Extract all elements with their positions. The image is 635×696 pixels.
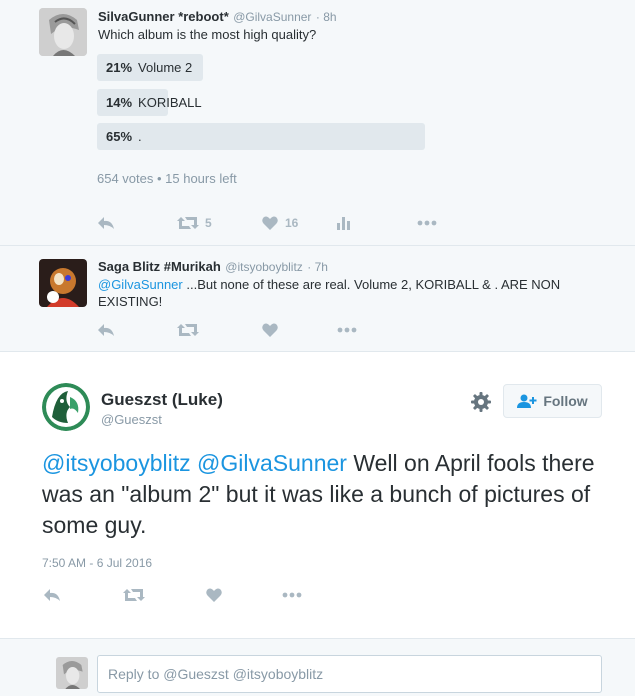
heart-icon (206, 588, 222, 602)
like-button[interactable]: 16 (262, 216, 337, 230)
retweet-icon (123, 589, 145, 601)
poll-percent: 14% (106, 95, 133, 110)
more-button[interactable] (417, 220, 437, 226)
gear-icon (471, 392, 491, 412)
reply-input[interactable]: Reply to @Gueszst @itsyoboyblitz (97, 655, 602, 693)
poll-option: 14% KORIBALL (106, 89, 202, 116)
poll-option-label: KORIBALL (138, 95, 202, 110)
more-button[interactable] (282, 592, 302, 598)
reply-icon (98, 324, 114, 336)
analytics-button[interactable] (337, 216, 417, 230)
heart-icon (262, 323, 278, 337)
author-name[interactable]: SilvaGunner *reboot* (98, 9, 229, 24)
follow-button[interactable]: Follow (503, 384, 602, 418)
follow-label: Follow (543, 393, 588, 409)
reply-button[interactable] (43, 588, 123, 602)
tweet-timestamp[interactable]: 7:50 AM - 6 Jul 2016 (42, 556, 152, 570)
poll-bar (97, 123, 425, 150)
poll-option-label: Volume 2 (138, 60, 193, 75)
mention-link[interactable]: @GilvaSunner (197, 450, 347, 476)
retweet-button[interactable] (123, 588, 206, 602)
retweet-button[interactable]: 5 (177, 216, 262, 230)
author-handle[interactable]: @Gueszst (101, 412, 162, 427)
author-name[interactable]: Gueszst (Luke) (101, 390, 223, 410)
more-button[interactable] (337, 327, 357, 333)
main-tweet: Gueszst (Luke) @Gueszst Follow @itsyoboy… (0, 352, 635, 638)
reply-icon (98, 217, 114, 229)
sagablitz-avatar[interactable] (39, 259, 87, 307)
retweet-icon (177, 217, 199, 229)
mention-link[interactable]: @GilvaSunner (98, 277, 183, 292)
heart-icon (262, 216, 278, 230)
retweet-button[interactable] (177, 323, 262, 337)
settings-button[interactable] (471, 392, 491, 417)
more-icon (337, 327, 357, 333)
tweet-time[interactable]: · 7h (307, 260, 328, 274)
poll-option: 65%. (106, 123, 142, 150)
tweet-actions (43, 588, 302, 602)
like-button[interactable] (262, 323, 337, 337)
poll-meta: 654 votes • 15 hours left (97, 171, 237, 186)
reply-composer: Reply to @Gueszst @itsyoboyblitz (0, 638, 635, 696)
tweet-actions (97, 323, 357, 337)
poll-option-label: . (138, 129, 142, 144)
tweet-text: @itsyoboyblitz @GilvaSunner Well on Apri… (42, 448, 602, 541)
mention-link[interactable]: @itsyoboyblitz (42, 450, 191, 476)
retweet-count: 5 (205, 216, 212, 230)
poll-tweet[interactable]: SilvaGunner *reboot* @GilvaSunner · 8h W… (0, 0, 635, 246)
more-icon (282, 592, 302, 598)
current-user-avatar[interactable] (56, 657, 88, 689)
poll-option: 21% Volume 2 (106, 54, 192, 81)
poll-percent: 65% (106, 129, 133, 144)
reply-button[interactable] (97, 323, 177, 337)
like-button[interactable] (206, 588, 282, 602)
poll-percent: 21% (106, 60, 133, 75)
silvagunner-avatar[interactable] (39, 8, 87, 56)
tweet-text: @GilvaSunner ...But none of these are re… (98, 276, 618, 310)
author-handle[interactable]: @GilvaSunner (233, 10, 311, 24)
author-handle[interactable]: @itsyoboyblitz (225, 260, 303, 274)
reply-icon (44, 589, 60, 601)
author-name[interactable]: Saga Blitz #Murikah (98, 259, 221, 274)
gueszst-avatar[interactable] (42, 383, 90, 431)
retweet-icon (177, 324, 199, 336)
tweet-text: Which album is the most high quality? (98, 27, 317, 42)
like-count: 16 (285, 216, 299, 230)
tweet-time[interactable]: · 8h (316, 10, 337, 24)
follow-user-icon (517, 394, 537, 408)
reply-tweet[interactable]: Saga Blitz #Murikah @itsyoboyblitz · 7h … (0, 246, 635, 352)
more-icon (417, 220, 437, 226)
reply-button[interactable] (97, 216, 177, 230)
tweet-actions: 5 16 (97, 216, 437, 230)
analytics-icon (337, 216, 350, 230)
